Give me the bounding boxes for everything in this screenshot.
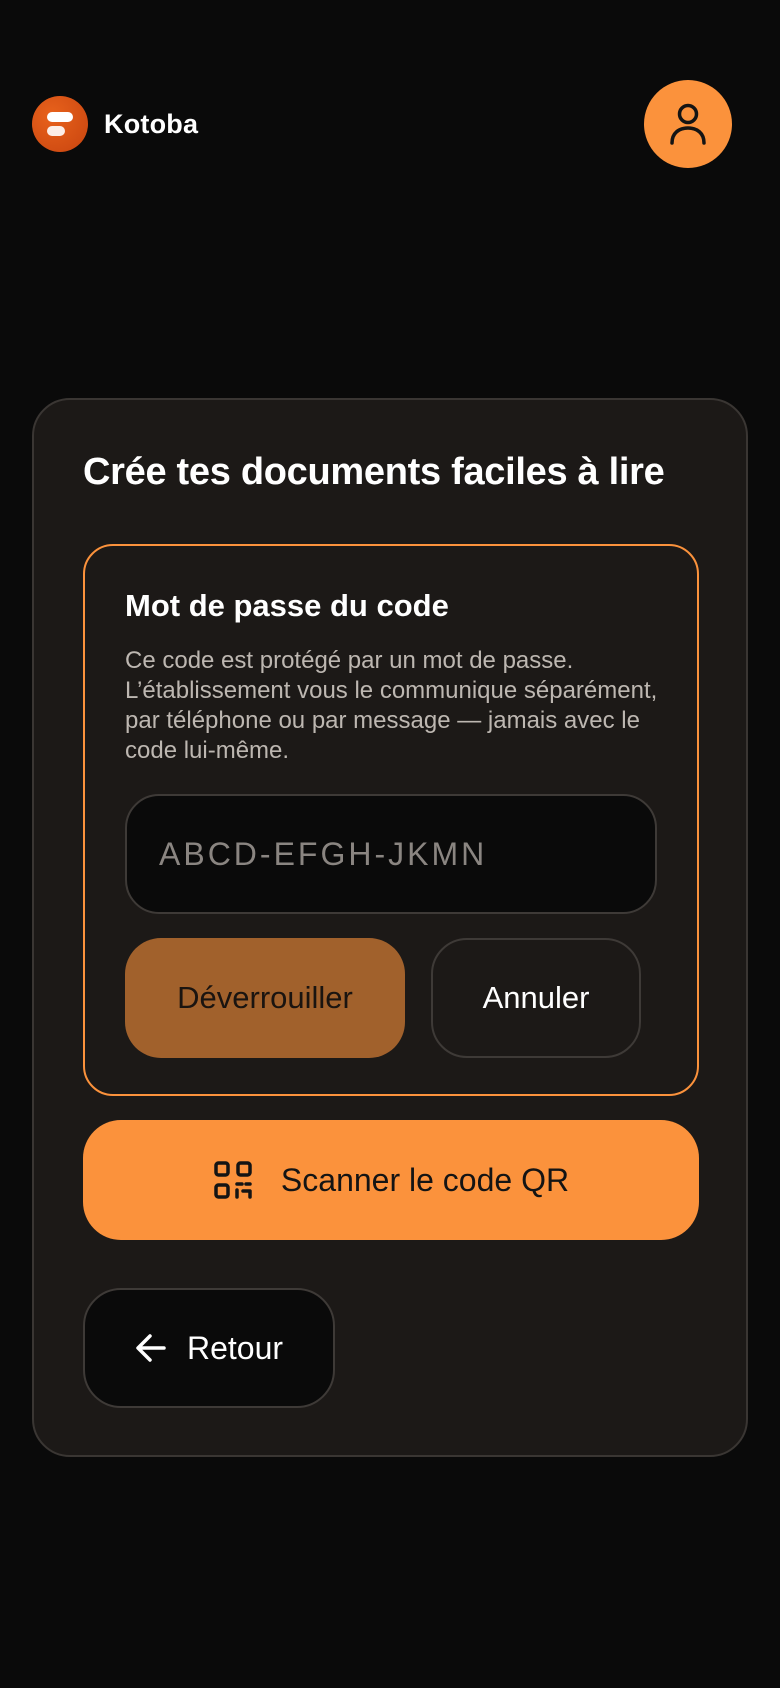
back-label: Retour: [186, 1329, 284, 1366]
unlock-button[interactable]: Déverrouiller: [125, 938, 405, 1058]
main-card: Crée tes documents faciles à lire Mot de…: [32, 398, 748, 1457]
code-password-input[interactable]: [125, 794, 657, 914]
scan-qr-button[interactable]: Scanner le code QR: [83, 1120, 699, 1240]
qr-code-icon: [213, 1160, 253, 1200]
user-icon: [670, 103, 706, 145]
arrow-left-icon: [135, 1333, 167, 1363]
back-button[interactable]: Retour: [83, 1288, 335, 1408]
panel-title: Mot de passe du code: [125, 588, 449, 623]
password-panel: Mot de passe du code Ce code est protégé…: [83, 544, 699, 1096]
panel-description: Ce code est protégé par un mot de passe.…: [125, 647, 658, 764]
kotoba-logo-icon: [32, 96, 88, 152]
page-title: Crée tes documents faciles à lire: [83, 451, 665, 493]
brand[interactable]: Kotoba: [32, 96, 198, 152]
brand-name: Kotoba: [104, 108, 199, 139]
app-header: Kotoba: [0, 0, 780, 250]
scan-qr-label: Scanner le code QR: [280, 1161, 570, 1198]
profile-button[interactable]: [644, 80, 732, 168]
cancel-button[interactable]: Annuler: [431, 938, 641, 1058]
